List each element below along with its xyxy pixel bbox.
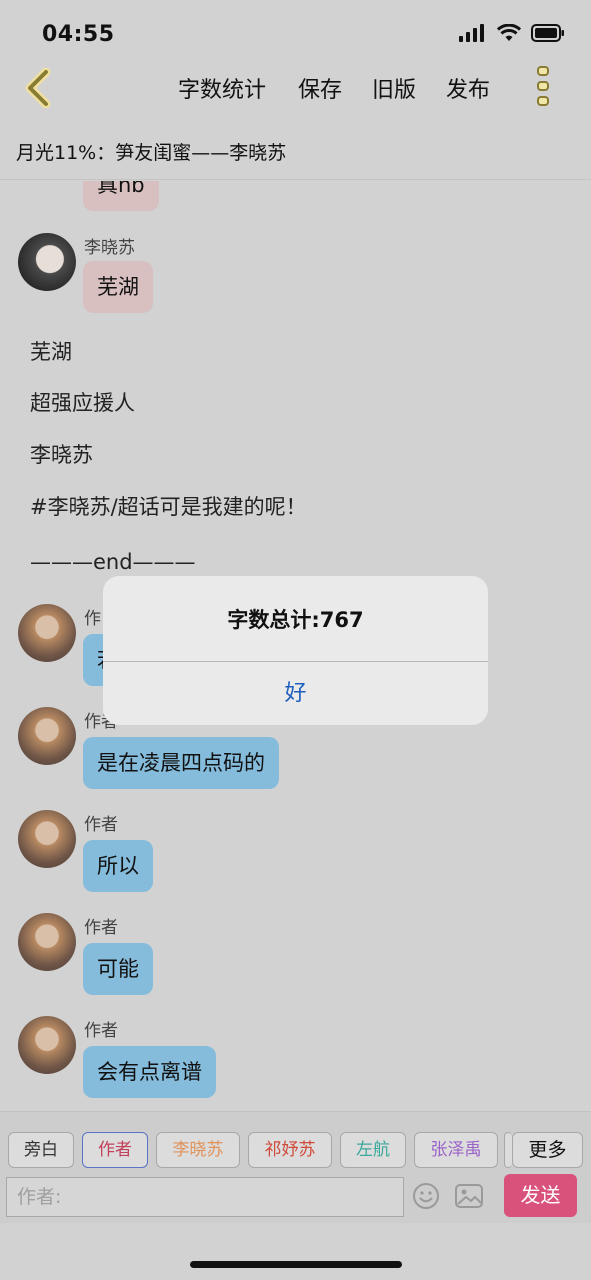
message-bubble[interactable]: 可能: [83, 943, 153, 995]
dialog-message: 字数总计:767: [227, 608, 364, 632]
message-bubble[interactable]: 是在凌晨四点码的: [83, 737, 279, 789]
send-button[interactable]: 发送: [504, 1174, 577, 1217]
dot-icon: [537, 81, 549, 91]
role-chip[interactable]: 李晓苏: [156, 1132, 240, 1168]
wifi-icon: [497, 24, 521, 41]
message-bubble[interactable]: 所以: [83, 840, 153, 892]
home-indicator[interactable]: [190, 1261, 402, 1268]
back-button[interactable]: [18, 66, 58, 110]
chevron-left-icon: [25, 68, 51, 108]
status-icons: [459, 24, 565, 42]
message-bubble[interactable]: 芜湖: [83, 261, 153, 313]
input-row: 发送: [0, 1173, 591, 1223]
dot-icon: [537, 66, 549, 76]
status-bar: 04:55: [0, 0, 591, 62]
sender-name: 作者: [84, 918, 118, 938]
message-bubble[interactable]: 真nb: [83, 181, 159, 211]
status-time: 04:55: [42, 22, 115, 47]
word-count-dialog: 字数总计:767 好: [103, 576, 488, 725]
more-roles-button[interactable]: 更多: [512, 1132, 583, 1168]
role-chip[interactable]: 作者: [82, 1132, 148, 1168]
story-title-bar: 月光11%：笋友闺蜜——李晓苏: [0, 124, 591, 180]
emoji-icon[interactable]: [412, 1182, 440, 1210]
avatar[interactable]: [18, 913, 76, 971]
save-button[interactable]: 保存: [298, 72, 342, 104]
avatar[interactable]: [18, 604, 76, 662]
sender-name: 作者: [84, 815, 118, 835]
image-icon[interactable]: [454, 1182, 484, 1210]
narration-line[interactable]: 超强应援人: [30, 387, 135, 417]
role-chip[interactable]: 张泽禹: [414, 1132, 498, 1168]
narration-line[interactable]: #李晓苏/超话可是我建的呢！: [30, 491, 307, 521]
role-chip[interactable]: 祁妤苏: [248, 1132, 332, 1168]
word-count-button[interactable]: 字数统计: [178, 72, 266, 104]
avatar[interactable]: [18, 233, 76, 291]
role-chip-cutoff: [504, 1132, 512, 1168]
role-chip[interactable]: 旁白: [8, 1132, 74, 1168]
message-bubble[interactable]: 会有点离谱: [83, 1046, 216, 1098]
story-title: 月光11%：笋友闺蜜——李晓苏: [16, 142, 287, 164]
bottom-safe-area: [0, 1223, 591, 1280]
role-selector-bar: 旁白 作者 李晓苏 祁妤苏 左航 张泽禹 更多: [0, 1111, 591, 1173]
sender-name: 李晓苏: [84, 238, 135, 258]
more-options-button[interactable]: [531, 66, 555, 106]
narration-line[interactable]: ———end———: [30, 550, 196, 574]
signal-icon: [459, 24, 484, 42]
old-version-button[interactable]: 旧版: [372, 72, 416, 104]
role-chip[interactable]: 左航: [340, 1132, 406, 1168]
nav-bar: 字数统计 保存 旧版 发布: [0, 62, 591, 124]
narration-line[interactable]: 芜湖: [30, 336, 72, 366]
avatar[interactable]: [18, 1016, 76, 1074]
message-input[interactable]: [6, 1177, 404, 1217]
avatar[interactable]: [18, 707, 76, 765]
publish-button[interactable]: 发布: [446, 72, 490, 104]
dot-icon: [537, 96, 549, 106]
battery-icon: [531, 24, 564, 42]
narration-line[interactable]: 李晓苏: [30, 439, 93, 469]
avatar[interactable]: [18, 810, 76, 868]
sender-name: 作者: [84, 1021, 118, 1041]
dialog-ok-button[interactable]: 好: [103, 662, 488, 725]
sender-name: 作: [84, 609, 101, 629]
